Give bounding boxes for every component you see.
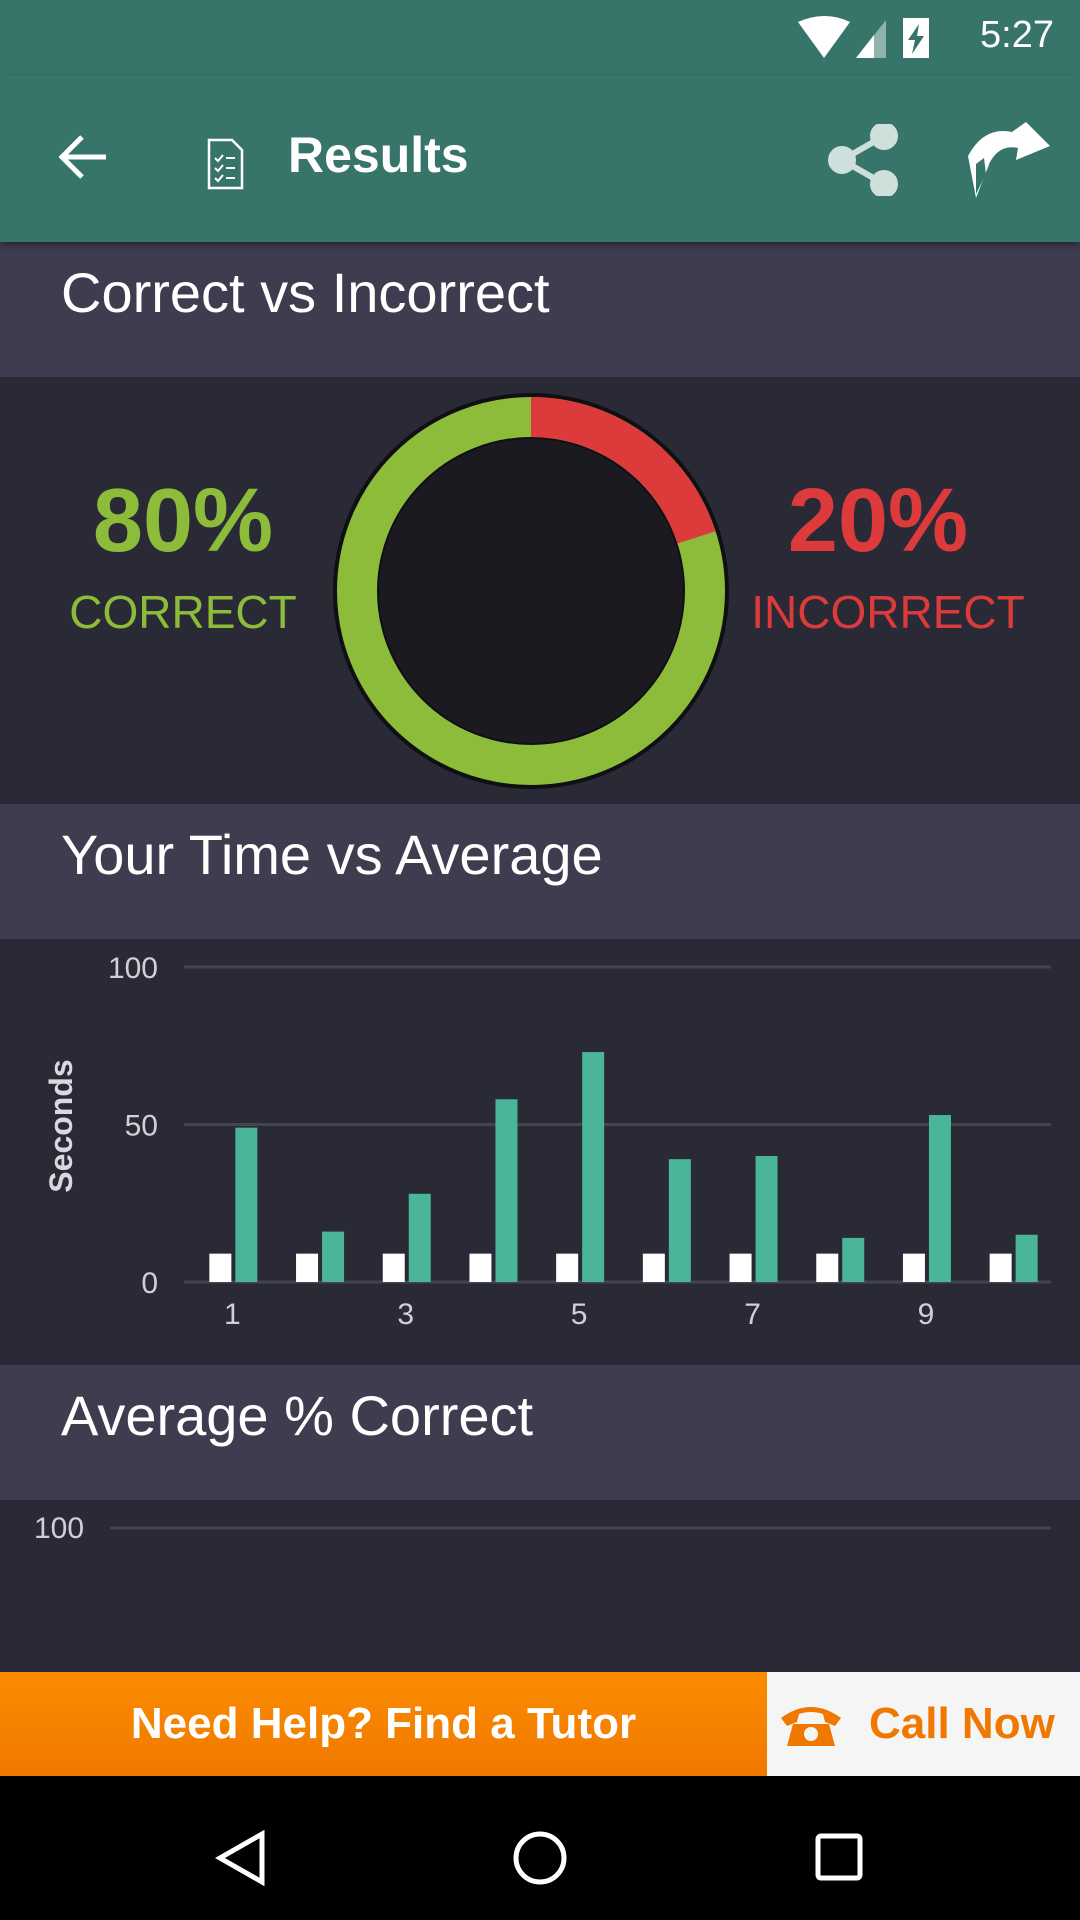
bar: [469, 1253, 492, 1282]
home-circle-icon[interactable]: [512, 1830, 568, 1886]
x-tick-label: 5: [571, 1298, 588, 1331]
navigation-bar: [0, 1776, 1080, 1920]
bar: [382, 1253, 405, 1282]
y-tick-label: 100: [108, 952, 158, 985]
x-tick-label: 9: [918, 1298, 935, 1331]
bar: [209, 1253, 232, 1282]
bar: [296, 1253, 319, 1282]
bar: [902, 1253, 925, 1282]
call-now-button[interactable]: Call Now: [767, 1672, 1080, 1776]
bar: [668, 1159, 691, 1282]
incorrect-percent: 20%: [787, 471, 969, 571]
y-axis-label: Seconds: [43, 1059, 79, 1192]
x-tick-label: 1: [224, 1298, 241, 1331]
find-tutor-banner[interactable]: Need Help? Find a Tutor: [0, 1672, 767, 1776]
app-bar: Results: [0, 76, 1080, 242]
correct-label: CORRECT: [69, 586, 297, 638]
bar: [755, 1156, 778, 1282]
recents-square-icon[interactable]: [814, 1832, 866, 1884]
bar: [556, 1253, 579, 1282]
section-header-correct: Correct vs Incorrect: [0, 242, 1080, 377]
correct-percent: 80%: [92, 471, 274, 571]
bar: [582, 1052, 605, 1282]
bar: [642, 1253, 665, 1282]
bar: [1015, 1234, 1038, 1282]
bar: [322, 1231, 345, 1282]
donut-chart: [333, 393, 729, 789]
y-tick-label: 100: [34, 1512, 84, 1545]
section-title: Correct vs Incorrect: [61, 261, 550, 324]
section-title: Your Time vs Average: [61, 823, 603, 886]
wifi-icon: [798, 16, 850, 58]
bar: [408, 1193, 431, 1282]
y-tick-label: 50: [125, 1110, 158, 1143]
phone-icon: [781, 1707, 841, 1746]
back-triangle-icon[interactable]: [214, 1830, 266, 1886]
page-title: Results: [288, 127, 469, 183]
section-header-avg: Average % Correct: [0, 1365, 1080, 1500]
status-bar: 5:27: [0, 0, 1080, 76]
time-bar-chart: Seconds 0 50 100 1 3 5 7 9: [43, 952, 1051, 1331]
status-icons: [798, 16, 929, 58]
back-arrow-icon[interactable]: [56, 132, 112, 182]
share-icon[interactable]: [828, 124, 898, 196]
bar: [235, 1127, 258, 1282]
bar: [989, 1253, 1012, 1282]
y-tick-label: 0: [141, 1267, 158, 1300]
avg-correct-chart: 100: [34, 1512, 1051, 1545]
bar: [816, 1253, 839, 1282]
x-tick-label: 3: [397, 1298, 414, 1331]
x-tick-label: 7: [744, 1298, 761, 1331]
bar: [842, 1237, 865, 1282]
section-header-time: Your Time vs Average: [0, 804, 1080, 939]
clock: 5:27: [980, 14, 1054, 56]
call-now-label: Call Now: [869, 1699, 1055, 1748]
section-title: Average % Correct: [61, 1384, 534, 1447]
bar: [495, 1099, 518, 1282]
incorrect-label: INCORRECT: [751, 586, 1025, 638]
bar: [729, 1253, 752, 1282]
battery-charging-icon: [903, 18, 929, 58]
checklist-document-icon: [207, 138, 244, 190]
bar: [928, 1115, 951, 1282]
forward-icon[interactable]: [964, 118, 1054, 198]
